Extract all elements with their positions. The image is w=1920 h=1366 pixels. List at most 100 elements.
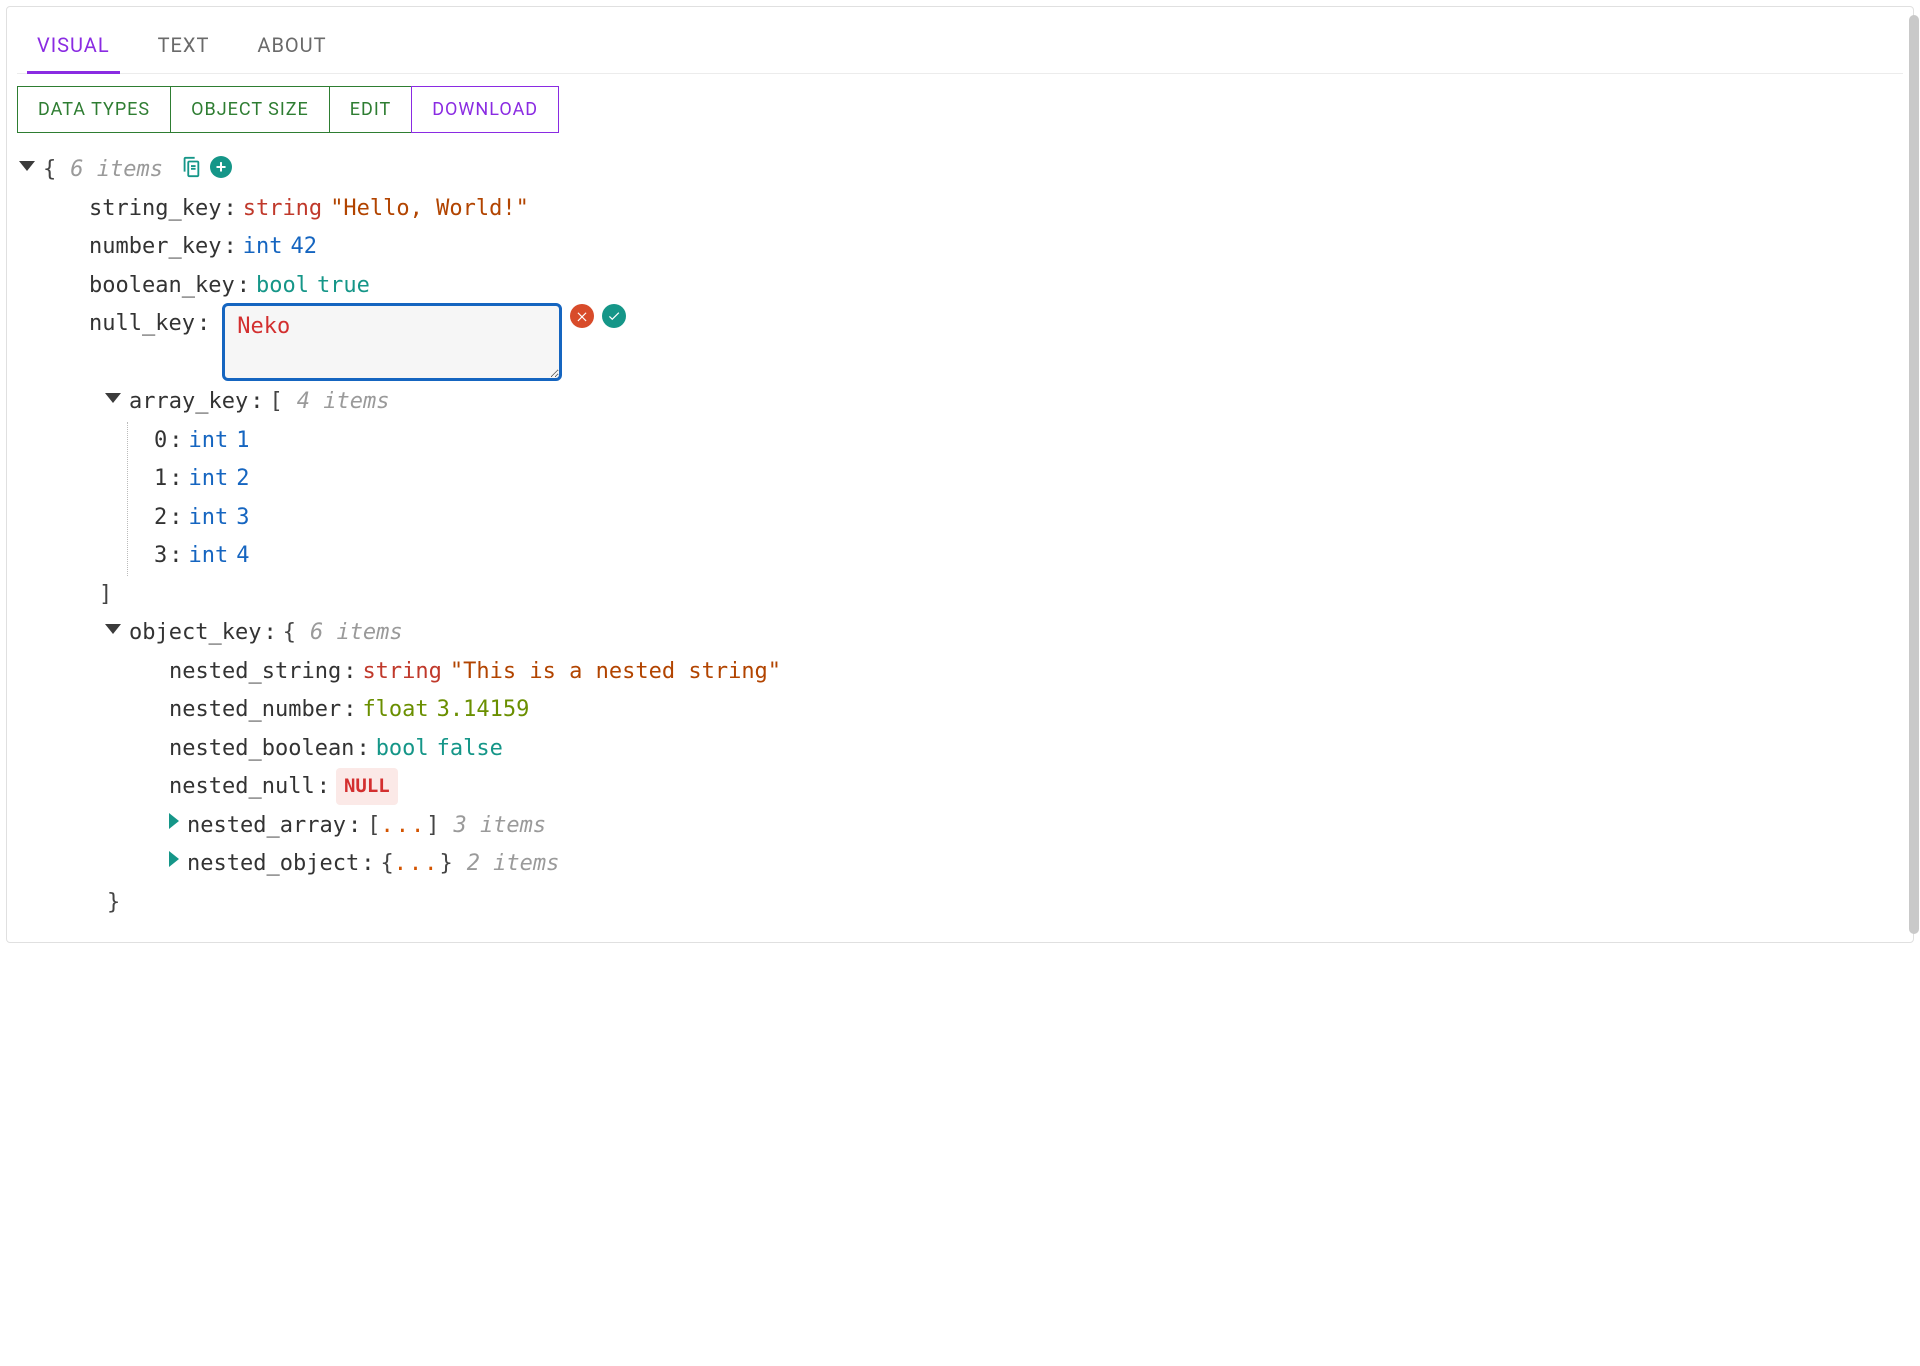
colon: : — [169, 537, 182, 576]
type-label: string — [362, 653, 441, 692]
entry-nested-object[interactable]: nested_object : { ... } 2 items — [19, 845, 1903, 884]
value: false — [437, 730, 503, 769]
colon: : — [223, 190, 236, 229]
tab-about[interactable]: ABOUT — [253, 17, 330, 73]
entry-string-key[interactable]: string_key : string "Hello, World!" — [19, 190, 1903, 229]
json-tree: { 6 items + string_key : string "Hello, … — [17, 151, 1903, 922]
type-label: int — [189, 499, 229, 538]
key-label: nested_null — [169, 768, 315, 807]
tab-visual[interactable]: VISUAL — [33, 17, 114, 73]
array-item[interactable]: 2 : int 3 — [154, 499, 1903, 538]
key-label: object_key — [129, 614, 261, 653]
key-label: nested_array — [187, 807, 346, 846]
type-label: float — [362, 691, 428, 730]
value: 4 — [236, 537, 249, 576]
entry-nested-boolean[interactable]: nested_boolean : bool false — [19, 730, 1903, 769]
type-label: bool — [376, 730, 429, 769]
colon: : — [223, 228, 236, 267]
open-bracket: [ — [269, 383, 282, 422]
colon: : — [348, 807, 361, 846]
array-item[interactable]: 1 : int 2 — [154, 460, 1903, 499]
open-brace: { — [43, 151, 56, 190]
colon: : — [356, 730, 369, 769]
index-label: 0 — [154, 422, 167, 461]
colon: : — [169, 460, 182, 499]
value: "Hello, World!" — [330, 190, 529, 229]
type-label: int — [189, 422, 229, 461]
key-label: boolean_key — [89, 267, 235, 306]
object-close: } — [19, 884, 1903, 923]
type-label: string — [243, 190, 322, 229]
main-tabs: VISUAL TEXT ABOUT — [17, 17, 1903, 74]
key-label: number_key — [89, 228, 221, 267]
item-count: 6 items — [70, 151, 163, 190]
colon: : — [169, 499, 182, 538]
cancel-edit-icon[interactable] — [570, 304, 594, 328]
type-label: int — [189, 537, 229, 576]
value: 42 — [290, 228, 317, 267]
index-label: 3 — [154, 537, 167, 576]
colon: : — [250, 383, 263, 422]
tab-text[interactable]: TEXT — [154, 17, 214, 73]
item-count: 3 items — [453, 807, 546, 846]
colon: : — [169, 422, 182, 461]
colon: : — [263, 614, 276, 653]
entry-null-key: null_key : — [19, 305, 1903, 383]
action-buttons: DATA TYPES OBJECT SIZE EDIT DOWNLOAD — [17, 86, 1903, 133]
value: 2 — [236, 460, 249, 499]
index-label: 1 — [154, 460, 167, 499]
data-types-button[interactable]: DATA TYPES — [17, 86, 171, 133]
clipboard-icon[interactable] — [179, 155, 203, 179]
type-label: bool — [256, 267, 309, 306]
value: true — [317, 267, 370, 306]
object-size-button[interactable]: OBJECT SIZE — [171, 86, 330, 133]
entry-array-key[interactable]: array_key : [ 4 items — [19, 383, 1903, 422]
array-item[interactable]: 3 : int 4 — [154, 537, 1903, 576]
entry-number-key[interactable]: number_key : int 42 — [19, 228, 1903, 267]
value: 1 — [236, 422, 249, 461]
value-edit-input[interactable] — [222, 303, 562, 381]
item-count: 6 items — [310, 614, 403, 653]
confirm-edit-icon[interactable] — [602, 304, 626, 328]
open-bracket: [ — [367, 807, 380, 846]
ellipsis: ... — [380, 807, 426, 846]
key-label: nested_boolean — [169, 730, 354, 769]
entry-nested-number[interactable]: nested_number : float 3.14159 — [19, 691, 1903, 730]
collapse-icon[interactable] — [19, 161, 35, 171]
close-brace: } — [107, 884, 120, 923]
expand-icon[interactable] — [169, 851, 179, 867]
close-bracket: ] — [426, 807, 439, 846]
edit-button[interactable]: EDIT — [330, 86, 411, 133]
null-badge: NULL — [336, 768, 398, 805]
entry-boolean-key[interactable]: boolean_key : bool true — [19, 267, 1903, 306]
entry-nested-string[interactable]: nested_string : string "This is a nested… — [19, 653, 1903, 692]
collapse-icon[interactable] — [105, 393, 121, 403]
key-label: nested_string — [169, 653, 341, 692]
key-label: nested_number — [169, 691, 341, 730]
vertical-scrollbar[interactable] — [1909, 15, 1919, 934]
close-bracket: ] — [99, 576, 112, 615]
item-count: 2 items — [467, 845, 560, 884]
expand-icon[interactable] — [169, 813, 179, 829]
colon: : — [237, 267, 250, 306]
array-item[interactable]: 0 : int 1 — [154, 422, 1903, 461]
colon: : — [197, 305, 210, 344]
open-brace: { — [283, 614, 296, 653]
colon: : — [317, 768, 330, 807]
value: "This is a nested string" — [450, 653, 781, 692]
array-close: ] — [19, 576, 1903, 615]
type-label: int — [189, 460, 229, 499]
download-button[interactable]: DOWNLOAD — [411, 86, 559, 133]
entry-nested-null[interactable]: nested_null : NULL — [19, 768, 1903, 807]
root-open: { 6 items + — [19, 151, 1903, 190]
close-brace: } — [439, 845, 452, 884]
entry-object-key[interactable]: object_key : { 6 items — [19, 614, 1903, 653]
key-label: array_key — [129, 383, 248, 422]
key-label: nested_object — [187, 845, 359, 884]
index-label: 2 — [154, 499, 167, 538]
add-icon[interactable]: + — [209, 155, 233, 179]
entry-nested-array[interactable]: nested_array : [ ... ] 3 items — [19, 807, 1903, 846]
colon: : — [361, 845, 374, 884]
collapse-icon[interactable] — [105, 624, 121, 634]
value: 3 — [236, 499, 249, 538]
